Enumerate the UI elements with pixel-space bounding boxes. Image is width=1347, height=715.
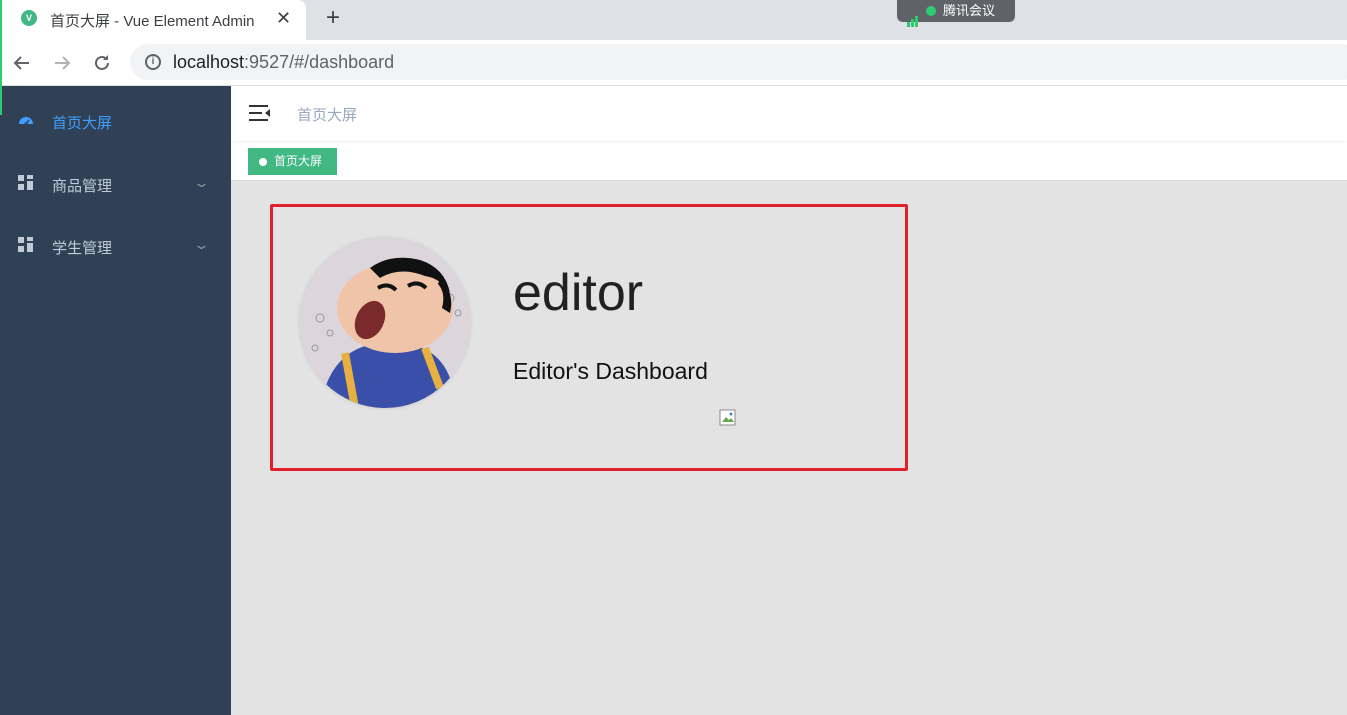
forward-arrow-icon [55,56,71,70]
url-text: localhost:9527/#/dashboard [173,52,395,72]
broken-image-icon [719,409,736,426]
vue-favicon-icon: V [21,10,37,26]
new-tab-button[interactable]: + [320,5,346,31]
dashboard-main: editor Editor's Dashboard [231,181,1347,715]
editor-name: editor [513,264,644,322]
back-arrow-icon [13,56,29,70]
sidebar-item-label: 首页大屏 [52,115,113,132]
grid-icon [18,237,34,253]
browser-tab[interactable]: V 首页大屏 - Vue Element Admin ✕ [0,0,306,40]
browser-tab-strip: V 首页大屏 - Vue Element Admin ✕ + 腾讯会议 [0,0,1347,40]
close-tab-icon[interactable]: ✕ [276,7,291,29]
chevron-down-icon: ⌄ [192,175,211,190]
cartoon-avatar-image [300,238,470,408]
dashboard-title: Editor's Dashboard [513,358,708,384]
browser-toolbar: i localhost:9527/#/dashboard [0,40,1347,86]
reload-button[interactable] [89,50,115,76]
dashboard-icon [19,117,33,126]
meeting-label: 腾讯会议 [943,3,996,18]
grid-icon [18,175,34,191]
avatar [300,238,470,408]
editor-panel: editor Editor's Dashboard [270,204,908,471]
forward-button[interactable] [49,50,75,76]
tab-title: 首页大屏 - Vue Element Admin [50,13,255,30]
signal-bars-icon [907,5,919,27]
tags-view: 首页大屏 [231,143,1347,181]
recording-dot-icon [926,6,936,16]
tag-dashboard[interactable]: 首页大屏 [248,148,337,175]
sidebar-item-label: 商品管理 [52,178,113,195]
sidebar: 首页大屏 商品管理 ⌄ 学生管理 ⌄ [0,86,231,715]
back-button[interactable] [9,50,35,76]
sidebar-item-students[interactable]: 学生管理 ⌄ [0,215,231,271]
sidebar-item-goods[interactable]: 商品管理 ⌄ [0,153,231,209]
meeting-indicator[interactable]: 腾讯会议 [897,0,1015,27]
hamburger-icon[interactable] [249,102,271,124]
sidebar-item-dashboard[interactable]: 首页大屏 [0,90,231,146]
reload-icon [95,55,109,70]
chevron-down-icon: ⌄ [192,237,211,252]
navbar: 首页大屏 [231,86,1347,141]
site-info-icon[interactable]: i [145,54,161,70]
sidebar-item-label: 学生管理 [52,240,113,257]
breadcrumb: 首页大屏 [297,107,358,124]
address-bar[interactable]: i localhost:9527/#/dashboard [130,44,1347,80]
tab-accent-line [0,0,2,115]
collapse-arrow-icon [265,109,270,117]
